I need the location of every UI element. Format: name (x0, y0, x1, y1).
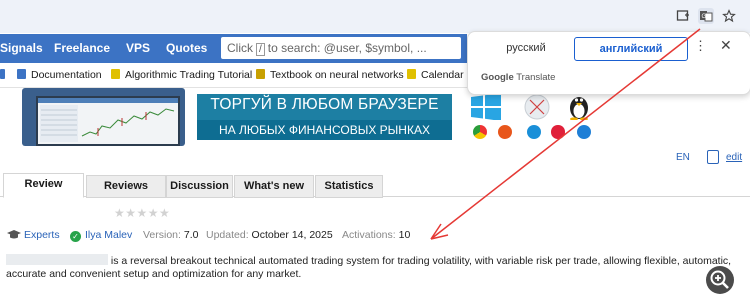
annotation-arrow (430, 28, 701, 240)
